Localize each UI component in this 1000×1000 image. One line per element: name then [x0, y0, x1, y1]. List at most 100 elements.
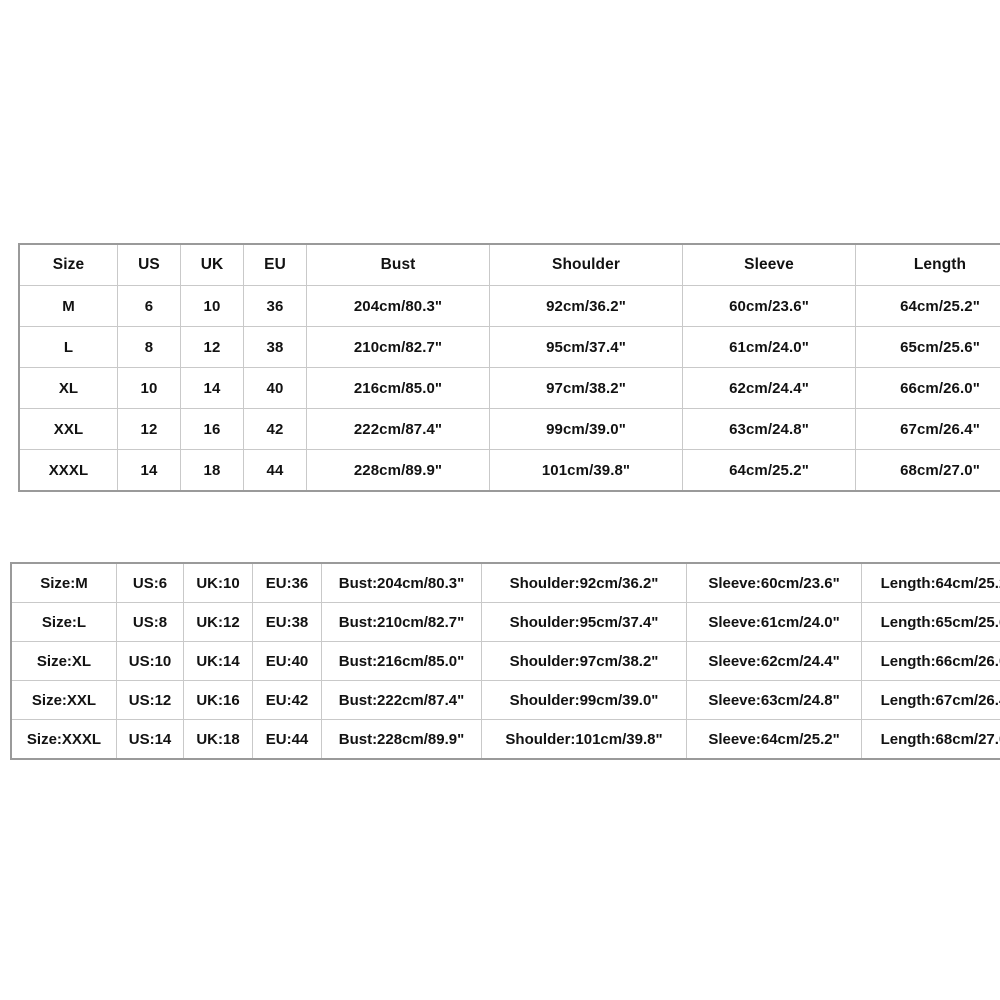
cell-eu: EU:38	[252, 602, 322, 642]
cell-bust: Bust:210cm/82.7"	[321, 602, 482, 642]
cell-length: Length:64cm/25.2"	[861, 562, 1000, 603]
cell-bust: Bust:228cm/89.9"	[321, 719, 482, 760]
table-row: M 6 10 36 204cm/80.3" 92cm/36.2" 60cm/23…	[18, 285, 1000, 327]
table-row: Size:M US:6 UK:10 EU:36 Bust:204cm/80.3"…	[10, 562, 1000, 603]
cell-length: 65cm/25.6"	[855, 326, 1000, 368]
cell-length: Length:68cm/27.0"	[861, 719, 1000, 760]
cell-length: Length:67cm/26.4"	[861, 680, 1000, 720]
cell-sleeve: Sleeve:64cm/25.2"	[686, 719, 862, 760]
table-row: Size:L US:8 UK:12 EU:38 Bust:210cm/82.7"…	[10, 602, 1000, 642]
cell-us: US:8	[116, 602, 184, 642]
cell-length: 68cm/27.0"	[855, 449, 1000, 492]
cell-shoulder: 101cm/39.8"	[489, 449, 683, 492]
cell-us: US:12	[116, 680, 184, 720]
cell-us: 6	[117, 285, 181, 327]
cell-size: Size:XL	[10, 641, 117, 681]
cell-size: Size:XXL	[10, 680, 117, 720]
size-chart-table: Size US UK EU Bust Shoulder Sleeve Lengt…	[18, 243, 1000, 492]
cell-eu: 36	[243, 285, 307, 327]
cell-uk: UK:10	[183, 562, 253, 603]
cell-shoulder: 92cm/36.2"	[489, 285, 683, 327]
cell-length: 64cm/25.2"	[855, 285, 1000, 327]
cell-eu: 42	[243, 408, 307, 450]
table-header-row: Size US UK EU Bust Shoulder Sleeve Lengt…	[18, 243, 1000, 286]
cell-shoulder: Shoulder:101cm/39.8"	[481, 719, 687, 760]
table-row: Size:XXXL US:14 UK:18 EU:44 Bust:228cm/8…	[10, 719, 1000, 760]
cell-us: 8	[117, 326, 181, 368]
cell-bust: Bust:216cm/85.0"	[321, 641, 482, 681]
cell-sleeve: Sleeve:63cm/24.8"	[686, 680, 862, 720]
cell-size: Size:XXXL	[10, 719, 117, 760]
column-header-eu: EU	[243, 243, 307, 286]
cell-size: XL	[18, 367, 118, 409]
cell-uk: UK:18	[183, 719, 253, 760]
cell-us: US:10	[116, 641, 184, 681]
size-chart-table-header: Size US UK EU Bust Shoulder Sleeve Lengt…	[18, 243, 1000, 286]
cell-size: Size:L	[10, 602, 117, 642]
cell-eu: EU:40	[252, 641, 322, 681]
cell-sleeve: Sleeve:61cm/24.0"	[686, 602, 862, 642]
column-header-bust: Bust	[306, 243, 490, 286]
table-row: XXL 12 16 42 222cm/87.4" 99cm/39.0" 63cm…	[18, 408, 1000, 450]
cell-eu: 44	[243, 449, 307, 492]
size-chart-inline-table-body: Size:M US:6 UK:10 EU:36 Bust:204cm/80.3"…	[10, 562, 1000, 760]
cell-sleeve: 64cm/25.2"	[682, 449, 856, 492]
cell-eu: EU:42	[252, 680, 322, 720]
cell-length: 67cm/26.4"	[855, 408, 1000, 450]
cell-size: XXL	[18, 408, 118, 450]
cell-shoulder: 97cm/38.2"	[489, 367, 683, 409]
cell-uk: 14	[180, 367, 244, 409]
cell-uk: 12	[180, 326, 244, 368]
table-row: L 8 12 38 210cm/82.7" 95cm/37.4" 61cm/24…	[18, 326, 1000, 368]
cell-uk: 16	[180, 408, 244, 450]
cell-bust: 210cm/82.7"	[306, 326, 490, 368]
cell-shoulder: Shoulder:97cm/38.2"	[481, 641, 687, 681]
cell-shoulder: Shoulder:95cm/37.4"	[481, 602, 687, 642]
cell-eu: 38	[243, 326, 307, 368]
column-header-us: US	[117, 243, 181, 286]
size-chart-inline-table: Size:M US:6 UK:10 EU:36 Bust:204cm/80.3"…	[10, 562, 1000, 760]
cell-sleeve: 63cm/24.8"	[682, 408, 856, 450]
cell-length: Length:65cm/25.6"	[861, 602, 1000, 642]
cell-sleeve: Sleeve:60cm/23.6"	[686, 562, 862, 603]
cell-bust: Bust:204cm/80.3"	[321, 562, 482, 603]
cell-bust: 216cm/85.0"	[306, 367, 490, 409]
cell-length: Length:66cm/26.0"	[861, 641, 1000, 681]
cell-uk: 18	[180, 449, 244, 492]
cell-size: Size:M	[10, 562, 117, 603]
cell-sleeve: 61cm/24.0"	[682, 326, 856, 368]
cell-eu: EU:44	[252, 719, 322, 760]
cell-shoulder: 99cm/39.0"	[489, 408, 683, 450]
table-row: XXXL 14 18 44 228cm/89.9" 101cm/39.8" 64…	[18, 449, 1000, 492]
cell-sleeve: 62cm/24.4"	[682, 367, 856, 409]
cell-uk: UK:16	[183, 680, 253, 720]
table-row: Size:XXL US:12 UK:16 EU:42 Bust:222cm/87…	[10, 680, 1000, 720]
cell-bust: 222cm/87.4"	[306, 408, 490, 450]
column-header-sleeve: Sleeve	[682, 243, 856, 286]
cell-uk: UK:12	[183, 602, 253, 642]
cell-sleeve: Sleeve:62cm/24.4"	[686, 641, 862, 681]
column-header-uk: UK	[180, 243, 244, 286]
cell-us: 10	[117, 367, 181, 409]
cell-bust: 228cm/89.9"	[306, 449, 490, 492]
cell-us: 14	[117, 449, 181, 492]
cell-shoulder: Shoulder:99cm/39.0"	[481, 680, 687, 720]
size-chart-page: { "chart_data": { "type": "table", "titl…	[0, 0, 1000, 1000]
cell-bust: Bust:222cm/87.4"	[321, 680, 482, 720]
table-row: XL 10 14 40 216cm/85.0" 97cm/38.2" 62cm/…	[18, 367, 1000, 409]
size-chart-table-body: M 6 10 36 204cm/80.3" 92cm/36.2" 60cm/23…	[18, 285, 1000, 492]
cell-size: M	[18, 285, 118, 327]
cell-size: L	[18, 326, 118, 368]
cell-shoulder: 95cm/37.4"	[489, 326, 683, 368]
cell-us: 12	[117, 408, 181, 450]
cell-uk: UK:14	[183, 641, 253, 681]
table-row: Size:XL US:10 UK:14 EU:40 Bust:216cm/85.…	[10, 641, 1000, 681]
cell-length: 66cm/26.0"	[855, 367, 1000, 409]
cell-uk: 10	[180, 285, 244, 327]
cell-bust: 204cm/80.3"	[306, 285, 490, 327]
cell-us: US:6	[116, 562, 184, 603]
cell-us: US:14	[116, 719, 184, 760]
cell-size: XXXL	[18, 449, 118, 492]
column-header-length: Length	[855, 243, 1000, 286]
column-header-shoulder: Shoulder	[489, 243, 683, 286]
